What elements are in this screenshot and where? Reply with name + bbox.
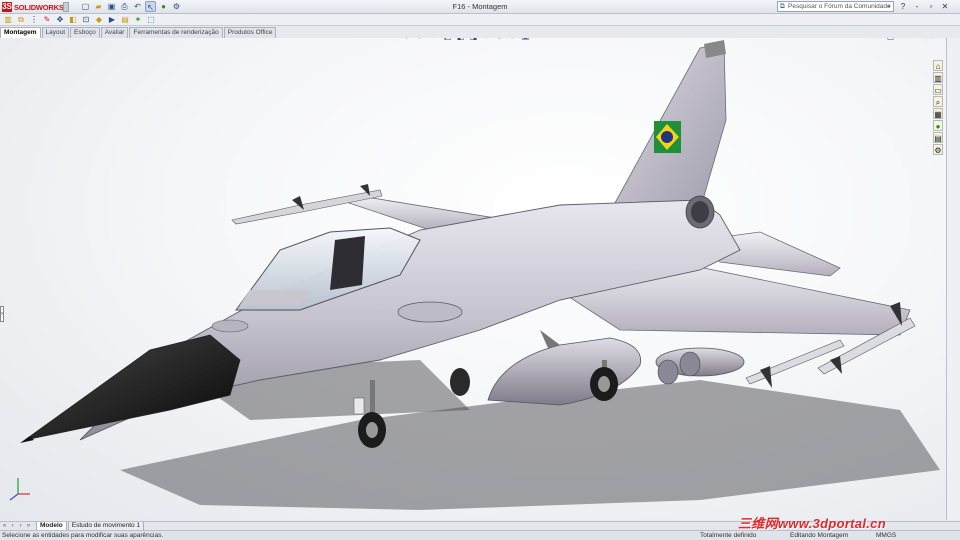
quick-access-toolbar: ▢ ▰ ▣ ⎙ ↶ ↖ ● ⚙: [80, 1, 182, 13]
ecm-pod-cluster: [655, 347, 745, 385]
view-palette-tab-icon[interactable]: ▦: [933, 108, 943, 119]
tab-produtos-office[interactable]: Produtos Office: [223, 27, 277, 38]
restore-button[interactable]: ▫: [926, 1, 936, 12]
view-settings-icon[interactable]: ▣: [521, 38, 530, 41]
appearances-tab-icon[interactable]: ●: [933, 120, 943, 131]
ds-logo-icon: 3S: [2, 2, 12, 12]
menu-expand-arrow[interactable]: [63, 2, 69, 12]
definition-status: Totalmente definido: [700, 532, 757, 539]
side-intake-bump: [397, 301, 463, 323]
undo-icon[interactable]: ↶: [132, 1, 143, 12]
status-message: Selecione as entidades para modificar su…: [2, 532, 164, 539]
tab-esboco[interactable]: Esboço: [70, 27, 100, 38]
logo-text: SOLIDWORKS: [14, 2, 64, 12]
linear-pattern-icon[interactable]: ⋮: [29, 15, 39, 25]
solidworks-resources-icon: ⧉: [780, 3, 785, 10]
coordinate-triad: [9, 478, 30, 501]
tab-avaliar[interactable]: Avaliar: [100, 27, 129, 38]
help-button[interactable]: ?: [898, 1, 908, 12]
reference-geometry-icon[interactable]: ◆: [94, 15, 104, 25]
tab-montagem[interactable]: Montagem: [0, 27, 41, 38]
tab-layout[interactable]: Layout: [41, 27, 70, 38]
task-pane-tabs: ⌂ ▥ ▭ ⌕ ▦ ● ▤ ⚙: [933, 60, 945, 155]
last-tab-arrow-icon[interactable]: »: [25, 522, 32, 530]
solidworks-logo[interactable]: 3S SOLIDWORKS: [2, 2, 64, 12]
window-controls: ? - ▫ ✕: [898, 1, 950, 12]
save-icon[interactable]: ▣: [106, 1, 117, 12]
command-manager-tabs: Montagem Layout Esboço Avaliar Ferrament…: [0, 27, 277, 38]
display-style-icon[interactable]: ◨: [469, 38, 478, 41]
nose-radome: [24, 334, 241, 441]
move-component-icon[interactable]: ✥: [55, 15, 65, 25]
file-explorer-tab-icon[interactable]: ▭: [933, 84, 943, 95]
prev-tab-arrow-icon[interactable]: ‹: [9, 522, 16, 530]
unit-system[interactable]: MMGS: [876, 532, 896, 539]
design-library-tab-icon[interactable]: ▥: [933, 72, 943, 83]
f16-model-render[interactable]: [0, 38, 946, 520]
minimize-button[interactable]: -: [912, 1, 922, 12]
command-toolbar: ▥ ⧉ ⋮ ✎ ✥ ◧ ⊡ ◆ ▶ ▤ ✶ ⬚: [0, 14, 960, 26]
hide-show-icon[interactable]: ◌: [482, 38, 491, 41]
brazil-flag-insignia: [654, 121, 681, 153]
exploded-view-icon[interactable]: ✶: [133, 15, 143, 25]
viewport-restore-icon[interactable]: ▫: [912, 38, 921, 41]
ejection-seat: [330, 236, 365, 290]
close-button[interactable]: ✕: [940, 1, 950, 12]
new-doc-icon[interactable]: ▢: [80, 1, 91, 12]
solidworks-resources-tab-icon[interactable]: ⌂: [933, 60, 943, 71]
next-tab-arrow-icon[interactable]: ›: [17, 522, 24, 530]
search-placeholder: Pesquisar o Fórum da Comunidade: [788, 3, 891, 10]
options-icon[interactable]: ⚙: [171, 1, 182, 12]
community-search-input[interactable]: ⧉ Pesquisar o Fórum da Comunidade ⌕: [777, 1, 894, 12]
gun-port: [211, 319, 249, 333]
task-pane: [946, 38, 960, 520]
editing-status: Editando Montagem: [790, 532, 849, 539]
cockpit-panel: [240, 290, 310, 305]
view-orientation-icon[interactable]: ◧: [456, 38, 465, 41]
show-hidden-icon[interactable]: ◧: [68, 15, 78, 25]
graphics-area[interactable]: ⌕ ⌕ ↩ ◩ ◧ ◨ ◌ ● ◐ ▣ ▢ - ▫ ✕ ›: [0, 38, 946, 520]
select-icon[interactable]: ↖: [145, 1, 156, 12]
assembly-features-icon[interactable]: ⊡: [81, 15, 91, 25]
bill-of-materials-icon[interactable]: ▤: [120, 15, 130, 25]
new-motion-study-icon[interactable]: ▶: [107, 15, 117, 25]
first-tab-arrow-icon[interactable]: «: [1, 522, 8, 530]
mate-icon[interactable]: ⧉: [16, 15, 26, 25]
insert-component-icon[interactable]: ▥: [3, 15, 13, 25]
print-icon[interactable]: ⎙: [119, 1, 130, 12]
exhaust-nozzle: [691, 201, 709, 223]
heads-up-view-toolbar: ⌕ ⌕ ↩ ◩ ◧ ◨ ◌ ● ◐ ▣: [404, 38, 530, 42]
search-tab-icon[interactable]: ⌕: [933, 96, 943, 107]
instant3d-icon[interactable]: ⬚: [146, 15, 156, 25]
viewport-close-icon[interactable]: ✕: [925, 38, 934, 41]
search-icon[interactable]: ⌕: [887, 2, 891, 11]
section-view-icon[interactable]: ◩: [443, 38, 452, 41]
apply-scene-icon[interactable]: ◐: [508, 38, 517, 41]
tab-ferramentas-renderizacao[interactable]: Ferramentas de renderização: [129, 27, 223, 38]
title-bar: 3S SOLIDWORKS ▢ ▰ ▣ ⎙ ↶ ↖ ● ⚙ F16 - Mont…: [0, 0, 960, 14]
site-watermark: 三维网www.3dportal.cn: [738, 516, 886, 531]
feature-manager-handle[interactable]: ›: [0, 306, 4, 322]
edit-appearance-icon[interactable]: ●: [495, 38, 504, 41]
toolbox-tab-icon[interactable]: ⚙: [933, 144, 943, 155]
zoom-area-icon[interactable]: ⌕: [417, 38, 426, 41]
viewport-minimize-icon[interactable]: -: [899, 38, 908, 41]
smart-fastener-icon[interactable]: ✎: [42, 15, 52, 25]
split-view-icon[interactable]: ▢: [886, 38, 895, 41]
open-icon[interactable]: ▰: [93, 1, 104, 12]
zoom-fit-icon[interactable]: ⌕: [404, 38, 413, 41]
rebuild-icon[interactable]: ●: [158, 1, 169, 12]
tab-scroll-arrows: « ‹ › »: [1, 522, 32, 530]
viewport-controls: ▢ - ▫ ✕: [886, 38, 934, 41]
previous-view-icon[interactable]: ↩: [430, 38, 439, 41]
custom-properties-tab-icon[interactable]: ▤: [933, 132, 943, 143]
